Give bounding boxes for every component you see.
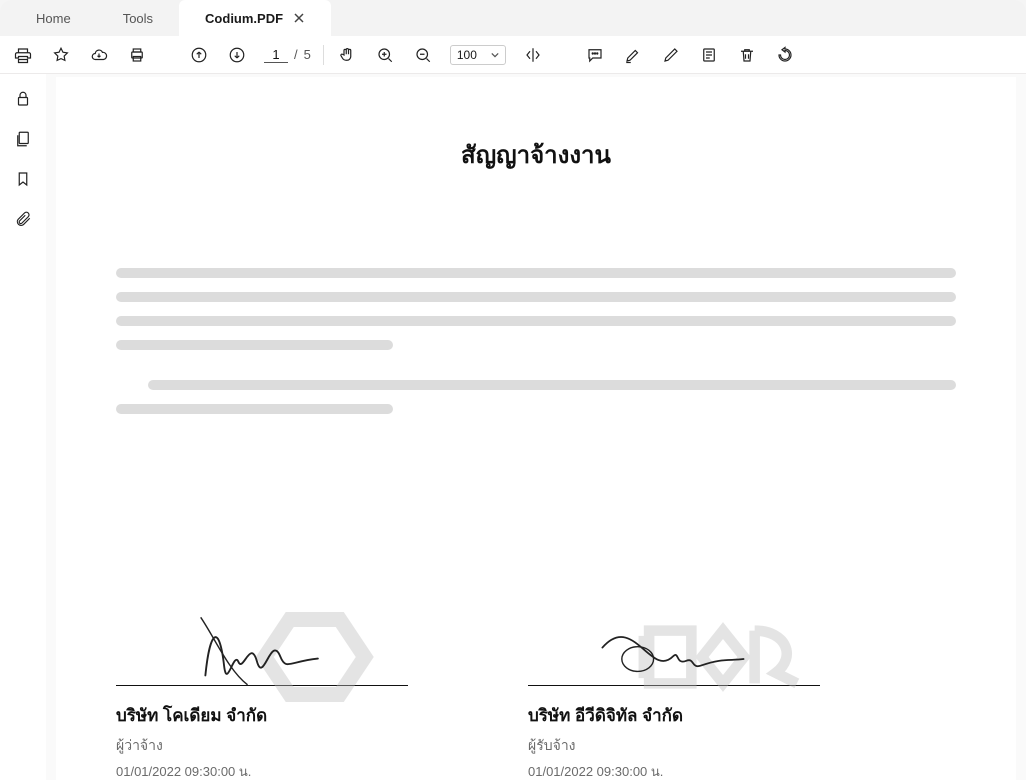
document-page: สัญญาจ้างงาน: [56, 77, 1016, 780]
undo-icon[interactable]: [774, 44, 796, 66]
attachment-icon[interactable]: [12, 208, 34, 230]
bookmark-icon[interactable]: [12, 168, 34, 190]
hand-icon[interactable]: [336, 44, 358, 66]
page-current-input[interactable]: [264, 47, 288, 63]
paragraph-placeholder: [116, 380, 956, 414]
signature-line: [528, 604, 820, 686]
toolbar: / 5 100: [0, 36, 1026, 74]
tab-label: Codium.PDF: [205, 11, 283, 26]
chevron-down-icon: [491, 51, 499, 59]
pages-icon[interactable]: [12, 128, 34, 150]
sidebar: [0, 74, 46, 780]
signature-block-employer: บริษัท โคเดียม จำกัด ผู้ว่าจ้าง 01/01/20…: [116, 604, 408, 780]
printer-icon[interactable]: [126, 44, 148, 66]
zoom-select[interactable]: 100: [450, 45, 506, 65]
signature-role: ผู้ว่าจ้าง: [116, 735, 408, 757]
download-icon[interactable]: [226, 44, 248, 66]
tab-label: Tools: [123, 11, 153, 26]
tab-home[interactable]: Home: [10, 0, 97, 36]
lock-icon[interactable]: [12, 88, 34, 110]
form-icon[interactable]: [698, 44, 720, 66]
fit-width-icon[interactable]: [522, 44, 544, 66]
document-title: สัญญาจ้างงาน: [116, 135, 956, 174]
signature-line: [116, 604, 408, 686]
signature-timestamp: 01/01/2022 09:30:00 น.: [528, 761, 820, 780]
print-icon[interactable]: [12, 44, 34, 66]
signature-timestamp: 01/01/2022 09:30:00 น.: [116, 761, 408, 780]
handwritten-signature-icon: [598, 607, 748, 697]
tab-label: Home: [36, 11, 71, 26]
paragraph-placeholder: [116, 268, 956, 350]
page-sep: /: [294, 47, 298, 62]
tab-tools[interactable]: Tools: [97, 0, 179, 36]
star-icon[interactable]: [50, 44, 72, 66]
comment-icon[interactable]: [584, 44, 606, 66]
signature-name: บริษัท โคเดียม จำกัด: [116, 702, 408, 729]
cloud-download-icon[interactable]: [88, 44, 110, 66]
watermark-logo-icon: [628, 607, 818, 707]
signature-name: บริษัท อีวีดิจิทัล จำกัด: [528, 702, 820, 729]
tab-bar: Home Tools Codium.PDF: [0, 0, 1026, 36]
pencil-icon[interactable]: [660, 44, 682, 66]
zoom-out-icon[interactable]: [412, 44, 434, 66]
watermark-logo-icon: [246, 607, 396, 707]
page-total: 5: [304, 47, 311, 62]
handwritten-signature-icon: [196, 607, 346, 697]
document-viewport[interactable]: สัญญาจ้างงาน: [46, 74, 1026, 780]
separator: [323, 45, 324, 65]
page-control: / 5: [264, 47, 311, 63]
signature-row: บริษัท โคเดียม จำกัด ผู้ว่าจ้าง 01/01/20…: [116, 604, 956, 780]
zoom-in-icon[interactable]: [374, 44, 396, 66]
signature-block-contractor: บริษัท อีวีดิจิทัล จำกัด ผู้รับจ้าง 01/0…: [528, 604, 820, 780]
zoom-value: 100: [457, 48, 477, 62]
tab-document[interactable]: Codium.PDF: [179, 0, 331, 36]
trash-icon[interactable]: [736, 44, 758, 66]
upload-icon[interactable]: [188, 44, 210, 66]
signature-role: ผู้รับจ้าง: [528, 735, 820, 757]
close-icon[interactable]: [293, 12, 305, 24]
highlight-icon[interactable]: [622, 44, 644, 66]
